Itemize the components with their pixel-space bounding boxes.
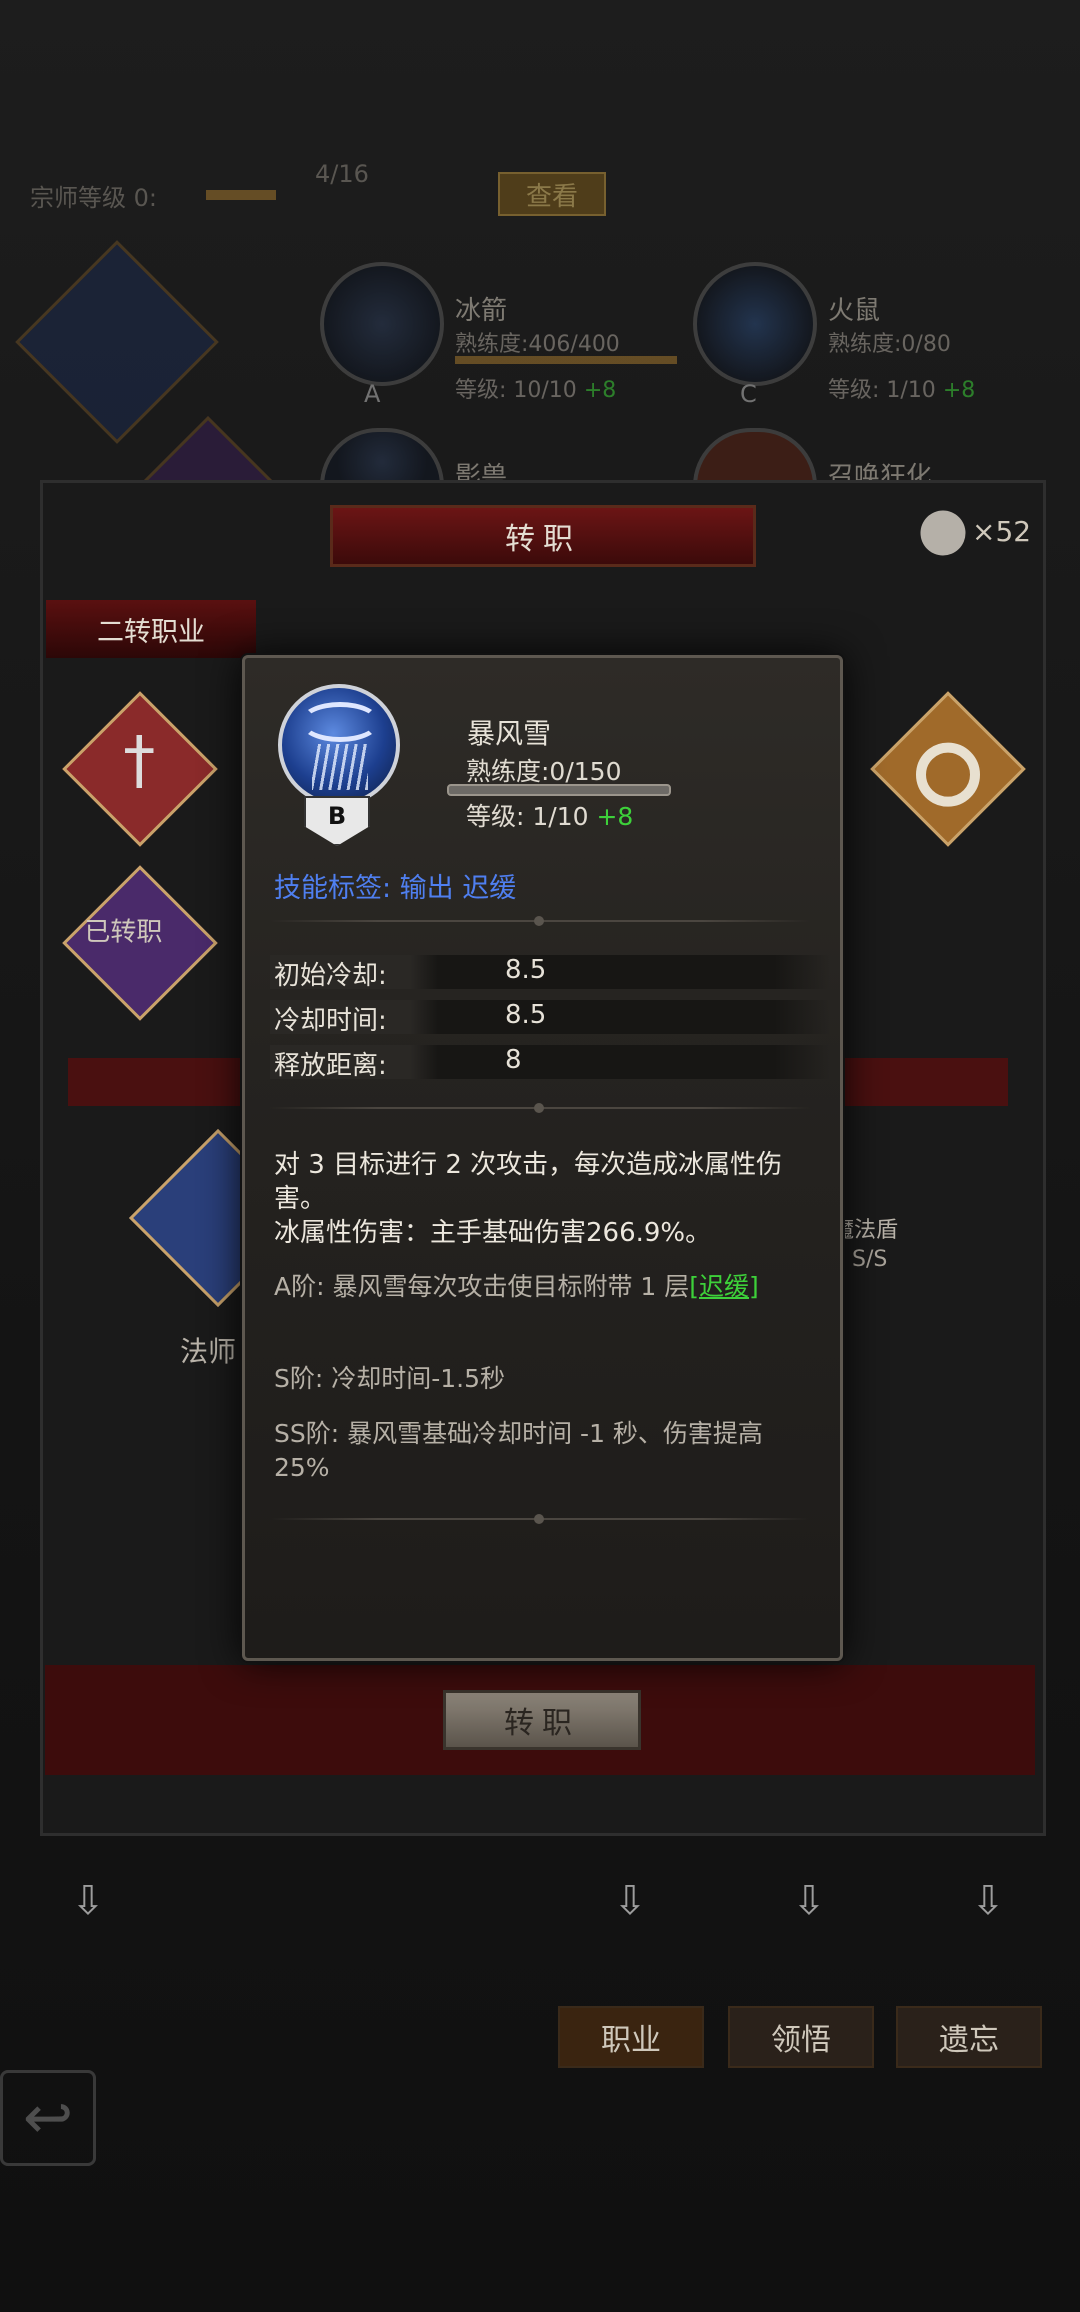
skill-name: 冰箭 [455, 296, 508, 326]
side-skill-grade: S/S [852, 1247, 888, 1272]
transferred-label: 已转职 [84, 917, 163, 948]
skill-title: 暴风雪 [467, 717, 552, 750]
level-bonus: +8 [596, 802, 634, 831]
master-level-label: 宗师等级 0: [30, 184, 157, 212]
tier-s: S阶: 冷却时间-1.5秒 [274, 1364, 506, 1393]
tab-comprehend[interactable]: 领悟 [728, 2006, 874, 2068]
proficiency-bar [447, 784, 671, 796]
view-button[interactable]: 查看 [498, 172, 606, 216]
skill-description: 对 3 目标进行 2 次攻击，每次造成冰属性伤害。 冰属性伤害：主手基础伤害26… [274, 1148, 814, 1250]
skill-level: 等级: 10/10 +8 [455, 378, 617, 403]
proficiency-label: 熟练度:0/150 [466, 757, 622, 786]
currency-count: ×52 [972, 515, 1032, 548]
master-progress: 4/16 [315, 160, 369, 188]
tier-ss: SS阶: 暴风雪基础冷却时间 -1 秒、伤害提高 25% [274, 1419, 763, 1482]
stat-value: 8.5 [505, 1000, 547, 1030]
stat-label: 初始冷却: [274, 961, 387, 991]
skill-level: 等级: 1/10 +8 [828, 378, 976, 403]
swirl-shape [300, 702, 380, 742]
blizzard-icon [278, 684, 400, 806]
back-icon[interactable]: ↩ [0, 2070, 96, 2166]
skill-icon-fire-rat[interactable] [693, 262, 817, 386]
master-level-bar [206, 190, 276, 200]
skill-name: 火鼠 [828, 296, 881, 326]
description-text: 对 3 目标进行 2 次攻击，每次造成冰属性伤害。 [274, 1150, 783, 1214]
tab-second-class[interactable]: 二转职业 [46, 600, 256, 658]
stat-label: 冷却时间: [274, 1006, 387, 1036]
tab-class[interactable]: 职业 [558, 2006, 704, 2068]
transfer-button[interactable]: 转职 [443, 1690, 641, 1750]
skill-proficiency-bar [455, 356, 677, 364]
skill-tags: 技能标签: 输出 迟缓 [274, 873, 517, 904]
grade-badge: A [364, 380, 381, 408]
sword-icon: † [123, 724, 156, 799]
ring-icon [902, 729, 994, 820]
stat-value: 8.5 [505, 955, 547, 985]
grade-badge: C [740, 380, 757, 408]
stat-label: 释放距离: [274, 1051, 387, 1081]
dialog-title: 转职 [330, 505, 756, 567]
class-name: 法师 [180, 1335, 237, 1368]
divider-ornament [534, 916, 544, 926]
slow-status-link[interactable]: [迟缓] [689, 1272, 759, 1301]
skill-icon-ice-arrow[interactable] [320, 262, 444, 386]
tier-a: A阶: 暴风雪每次攻击使目标附带 1 层[迟缓] [274, 1272, 759, 1301]
stat-value: 8 [505, 1045, 522, 1075]
down-arrow-icon[interactable]: ⇩ [781, 1878, 837, 1936]
down-arrow-icon[interactable]: ⇩ [960, 1878, 1016, 1936]
down-arrow-icon[interactable]: ⇩ [602, 1878, 658, 1936]
divider-ornament [534, 1514, 544, 1524]
class-emblem [15, 240, 219, 444]
down-arrow-icon[interactable]: ⇩ [60, 1878, 116, 1936]
leaf-currency-icon [920, 510, 966, 556]
level-label: 等级: 1/10 +8 [466, 802, 634, 831]
skill-proficiency: 熟练度:406/400 [455, 332, 620, 357]
damage-text: 冰属性伤害：主手基础伤害266.9%。 [274, 1218, 712, 1248]
snow-streaks [312, 744, 368, 790]
divider-ornament [534, 1103, 544, 1113]
tab-forget[interactable]: 遗忘 [896, 2006, 1042, 2068]
skill-proficiency: 熟练度:0/80 [828, 332, 951, 357]
